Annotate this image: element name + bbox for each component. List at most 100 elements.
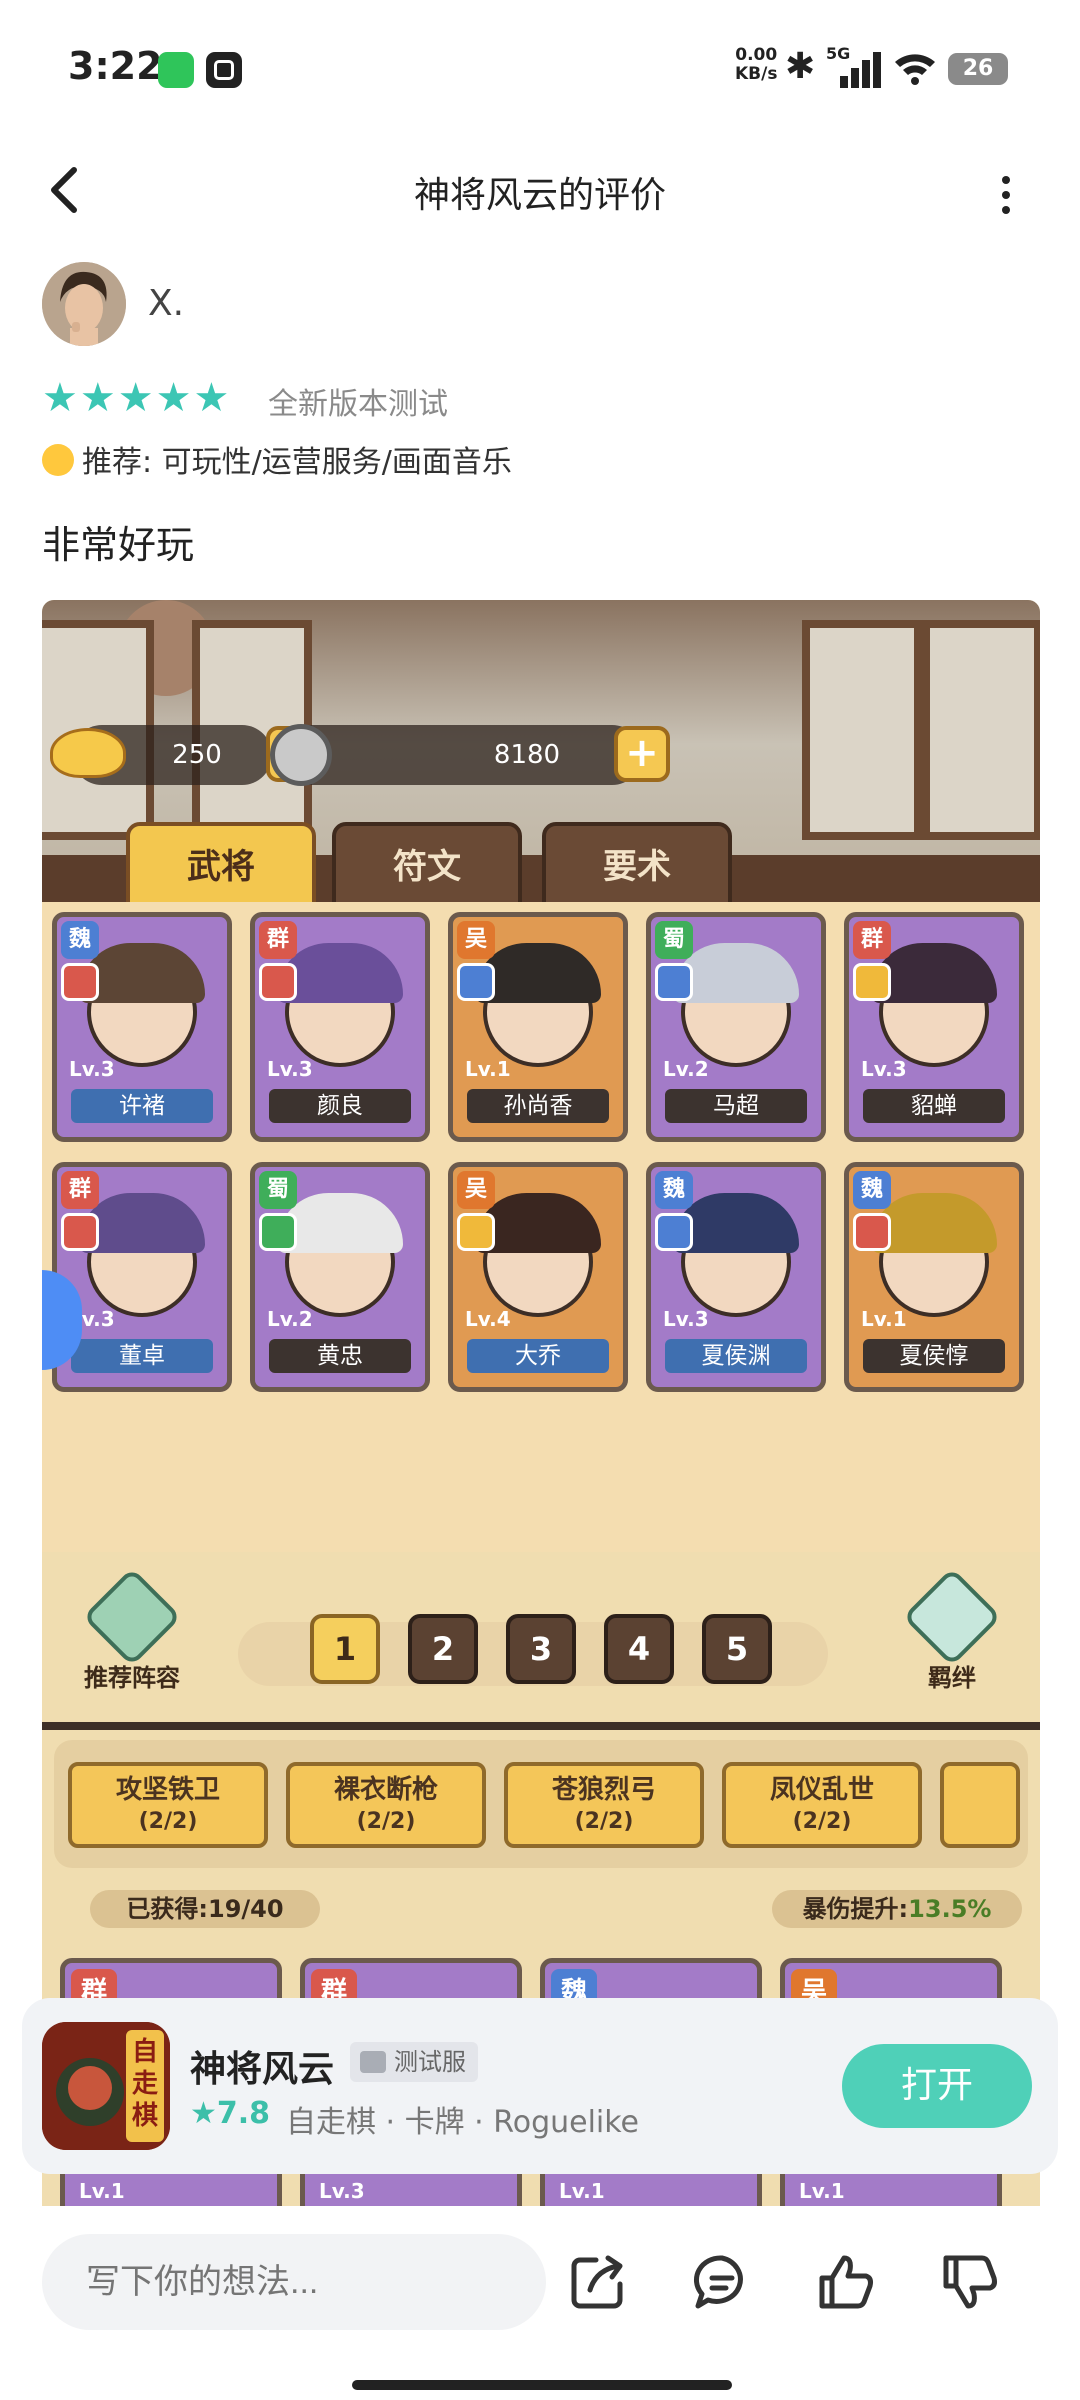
bond-name: 攻坚铁卫: [115, 1775, 220, 1805]
thumbs-up-icon[interactable]: [814, 2250, 878, 2314]
hero-card[interactable]: 蜀 Lv.2 马超: [646, 912, 826, 1142]
username[interactable]: X.: [148, 283, 184, 324]
hero-level: Lv.1: [559, 2179, 605, 2203]
avatar[interactable]: [42, 262, 126, 346]
weapon-icon: [457, 1213, 495, 1251]
lineup-icon: [82, 1567, 182, 1667]
faction-badge: 魏: [61, 921, 99, 959]
hero-card[interactable]: 魏 Lv.3 夏侯渊: [646, 1162, 826, 1392]
code-icon: [360, 2051, 386, 2073]
coin-icon: [270, 724, 332, 786]
hero-name: 夏侯渊: [665, 1339, 807, 1373]
page-button[interactable]: 5: [702, 1614, 772, 1684]
test-server-tag: 测试服: [350, 2042, 478, 2082]
faction-badge: 吴: [457, 1171, 495, 1209]
coin-counter: 8180: [282, 725, 642, 785]
bond-item[interactable]: 裸衣断枪 (2/2): [286, 1762, 486, 1848]
share-icon[interactable]: [566, 2250, 630, 2314]
faction-badge: 群: [259, 921, 297, 959]
hero-card[interactable]: 吴 Lv.1 孙尚香: [448, 912, 628, 1142]
gold-value: 250: [172, 740, 222, 770]
network-speed-value: 0.00: [735, 45, 778, 65]
star-icon: ★: [117, 375, 154, 421]
hero-card[interactable]: 群 Lv.3 颜良: [250, 912, 430, 1142]
recommend-lineup-label: 推荐阵容: [84, 1664, 180, 1692]
hero-name: 许褚: [71, 1089, 213, 1123]
weapon-icon: [853, 1213, 891, 1251]
obtained-label: 已获得:: [126, 1895, 209, 1923]
star-icon: ★: [42, 375, 78, 421]
weapon-icon: [61, 1213, 99, 1251]
tab-skills[interactable]: 要术: [542, 822, 732, 906]
bond-item[interactable]: 凤仪乱世 (2/2): [722, 1762, 922, 1848]
review-image[interactable]: 250 + 8180 + 武将 符文 要术 魏 Lv.3 许褚 群 Lv.3 颜…: [42, 600, 1040, 2220]
page-button[interactable]: 1: [310, 1614, 380, 1684]
hero-level: Lv.3: [663, 1307, 709, 1331]
star-icon: ★: [155, 375, 192, 421]
faction-badge: 群: [853, 921, 891, 959]
faction-badge: 魏: [655, 1171, 693, 1209]
recommend-line: 推荐: 可玩性/运营服务/画面音乐: [42, 437, 512, 481]
hero-level: Lv.3: [69, 1057, 115, 1081]
network-type: 5G: [826, 44, 851, 63]
clock: 3:22: [68, 44, 163, 88]
thumbs-down-icon[interactable]: [938, 2250, 1002, 2314]
mi-notification-icon: [206, 52, 242, 88]
coin-value: 8180: [493, 740, 561, 770]
smile-icon: [42, 444, 74, 476]
version-label: 全新版本测试: [268, 387, 448, 422]
hero-name: 颜良: [269, 1089, 411, 1123]
faction-badge: 魏: [853, 1171, 891, 1209]
test-server-label: 测试服: [394, 2048, 466, 2076]
app-rating: ★7.8: [190, 2096, 271, 2131]
top-nav: 神将风云的评价: [0, 130, 1080, 250]
hero-level: Lv.3: [861, 1057, 907, 1081]
wifi-icon: [895, 54, 935, 85]
recommend-lineup-button[interactable]: 推荐阵容: [62, 1567, 202, 1693]
hero-name: 董卓: [71, 1339, 213, 1373]
crit-value: 13.5%: [908, 1895, 992, 1923]
faction-badge: 蜀: [259, 1171, 297, 1209]
home-indicator[interactable]: [352, 2380, 732, 2390]
star-icon: ★: [79, 375, 116, 421]
hero-card[interactable]: 群 Lv.3 貂蝉: [844, 912, 1024, 1142]
add-coin-button[interactable]: +: [614, 726, 670, 782]
weapon-icon: [61, 963, 99, 1001]
hero-level: Lv.4: [465, 1307, 511, 1331]
star-icon: ★: [193, 375, 230, 421]
open-button[interactable]: 打开: [842, 2044, 1032, 2128]
comment-input[interactable]: [42, 2234, 546, 2330]
page-button[interactable]: 2: [408, 1614, 478, 1684]
app-icon[interactable]: 自走棋: [42, 2022, 170, 2150]
hero-card[interactable]: 群 Lv.3 董卓: [52, 1162, 232, 1392]
hero-card[interactable]: 吴 Lv.4 大乔: [448, 1162, 628, 1392]
page-button[interactable]: 4: [604, 1614, 674, 1684]
hero-card[interactable]: 蜀 Lv.2 黄忠: [250, 1162, 430, 1392]
page-button[interactable]: 3: [506, 1614, 576, 1684]
bond-name: 裸衣断枪: [333, 1775, 438, 1805]
bond-item-partial[interactable]: [940, 1762, 1020, 1848]
network-speed: 0.00 KB/s: [735, 46, 777, 84]
hero-name: 貂蝉: [863, 1089, 1005, 1123]
tab-runes[interactable]: 符文: [332, 822, 522, 906]
faction-badge: 蜀: [655, 921, 693, 959]
hero-name: 孙尚香: [467, 1089, 609, 1123]
hero-name: 大乔: [467, 1339, 609, 1373]
more-options-icon[interactable]: [990, 170, 1020, 220]
rating-stars: ★★★★★: [42, 374, 231, 422]
weapon-icon: [655, 1213, 693, 1251]
bond-item[interactable]: 苍狼烈弓 (2/2): [504, 1762, 704, 1848]
hero-level: Lv.1: [79, 2179, 125, 2203]
comment-icon[interactable]: [690, 2250, 754, 2314]
weapon-icon: [259, 963, 297, 1001]
hero-card[interactable]: 魏 Lv.1 夏侯惇: [844, 1162, 1024, 1392]
hero-card[interactable]: 魏 Lv.3 许褚: [52, 912, 232, 1142]
crit-bonus: 暴伤提升:13.5%: [772, 1890, 1022, 1928]
bond-count: (2/2): [138, 1809, 198, 1834]
bonds-button[interactable]: 羁绊: [882, 1567, 1022, 1693]
bonds-list: 攻坚铁卫 (2/2) 裸衣断枪 (2/2) 苍狼烈弓 (2/2) 凤仪乱世 (2/2): [54, 1740, 1028, 1868]
hero-level: Lv.1: [465, 1057, 511, 1081]
tab-generals[interactable]: 武将: [126, 822, 316, 906]
bond-item[interactable]: 攻坚铁卫 (2/2): [68, 1762, 268, 1848]
hero-name: 马超: [665, 1089, 807, 1123]
